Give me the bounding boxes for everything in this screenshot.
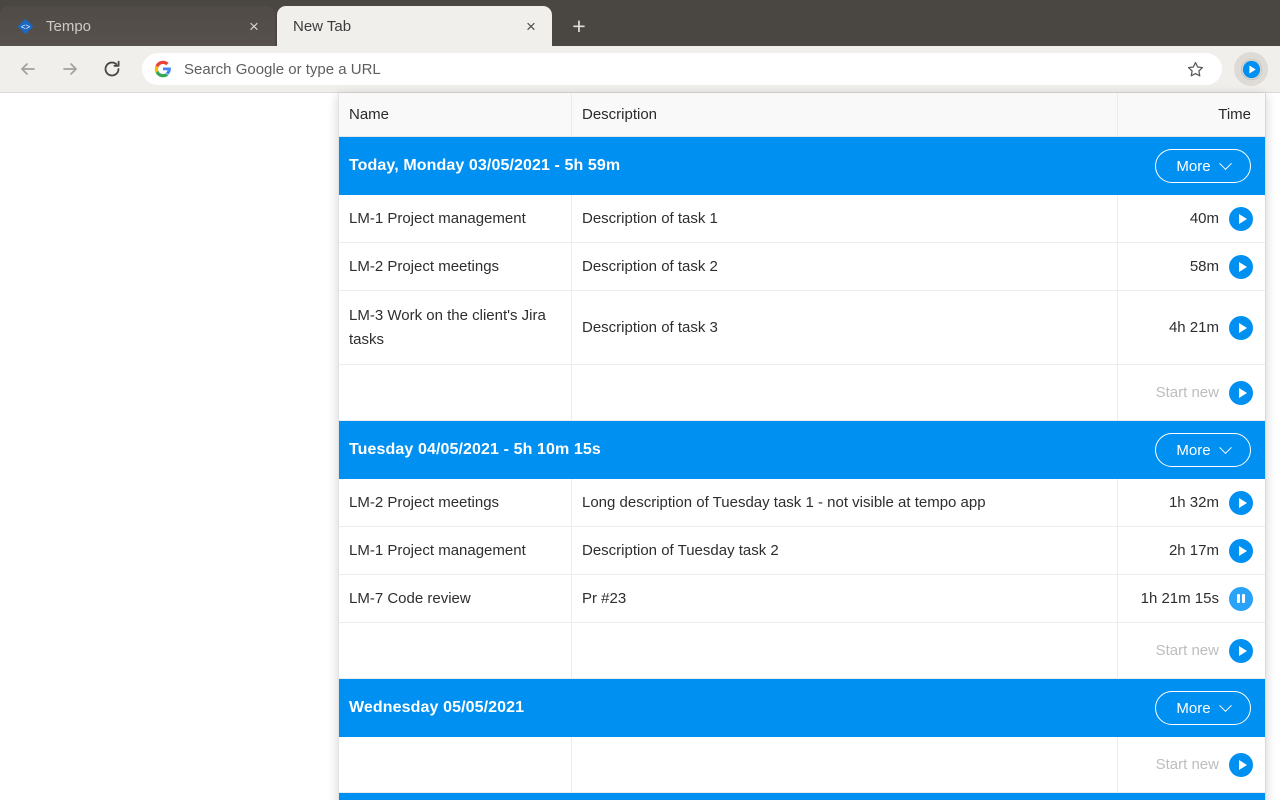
task-time-cell: 1h 32m (1118, 479, 1265, 526)
page-content: Name Description Time Today, Monday 03/0… (0, 93, 1280, 800)
svg-text:<>: <> (20, 22, 30, 31)
back-arrow-icon[interactable] (12, 53, 44, 85)
star-icon[interactable] (1182, 56, 1208, 82)
tab-tempo[interactable]: <> Tempo × (0, 6, 275, 46)
tab-title: Tempo (46, 17, 92, 35)
more-button[interactable]: More (1155, 691, 1251, 725)
start-new-row[interactable]: Start new (339, 365, 1265, 421)
empty-name-cell (339, 365, 572, 420)
task-name: LM-1 Project management (339, 527, 572, 574)
chevron-down-icon (1218, 440, 1232, 454)
task-time-cell: 1h 21m 15s (1118, 575, 1265, 622)
task-time-cell: 4h 21m (1118, 291, 1265, 364)
task-time: 58m (1189, 258, 1219, 275)
table-row[interactable]: LM-2 Project meetings Long description o… (339, 479, 1265, 527)
day-header: More (339, 793, 1265, 800)
start-new-row[interactable]: Start new (339, 623, 1265, 679)
start-new-cell: Start new (1118, 737, 1265, 792)
start-new-cell: Start new (1118, 623, 1265, 678)
more-button-label: More (1176, 441, 1211, 459)
chevron-down-icon (1218, 156, 1232, 170)
more-button[interactable]: More (1155, 433, 1251, 467)
table-row[interactable]: LM-2 Project meetings Description of tas… (339, 243, 1265, 291)
day-title: Wednesday 05/05/2021 (349, 699, 525, 716)
task-time: 1h 21m 15s (1140, 590, 1219, 607)
task-description: Pr #23 (572, 575, 1118, 622)
task-time-cell: 58m (1118, 243, 1265, 290)
task-description: Description of Tuesday task 2 (572, 527, 1118, 574)
start-new-label: Start new (1155, 384, 1219, 401)
table-row[interactable]: LM-1 Project management Description of T… (339, 527, 1265, 575)
pause-icon[interactable] (1229, 586, 1253, 611)
browser-toolbar: Search Google or type a URL (0, 46, 1280, 93)
tempo-diamond-icon: <> (16, 17, 34, 35)
task-time: 4h 21m (1168, 319, 1219, 336)
task-name: LM-1 Project management (339, 195, 572, 242)
reload-icon[interactable] (96, 53, 128, 85)
column-header-name: Name (349, 106, 390, 123)
tempo-popup-panel: Name Description Time Today, Monday 03/0… (338, 93, 1266, 800)
new-tab-button[interactable]: + (562, 9, 596, 43)
table-row[interactable]: LM-3 Work on the client's Jira tasks Des… (339, 291, 1265, 365)
play-icon[interactable] (1229, 254, 1253, 279)
empty-name-cell (339, 623, 572, 678)
task-name: LM-3 Work on the client's Jira tasks (339, 291, 572, 364)
task-time: 40m (1189, 210, 1219, 227)
forward-arrow-icon[interactable] (54, 53, 86, 85)
task-description: Description of task 1 (572, 195, 1118, 242)
play-icon[interactable] (1229, 538, 1253, 563)
task-name: LM-2 Project meetings (339, 479, 572, 526)
tab-strip: <> Tempo × New Tab × + (0, 0, 1280, 46)
browser-window: <> Tempo × New Tab × + Search Google or … (0, 0, 1280, 800)
address-bar[interactable]: Search Google or type a URL (142, 53, 1222, 85)
table-row[interactable]: LM-1 Project management Description of t… (339, 195, 1265, 243)
tab-close-button[interactable]: × (520, 15, 542, 37)
more-button-label: More (1176, 699, 1211, 717)
tab-title: New Tab (293, 17, 352, 35)
column-header-description-cell: Description (572, 93, 1118, 137)
play-icon[interactable] (1229, 206, 1253, 231)
day-title: Tuesday 04/05/2021 - 5h 10m 15s (349, 441, 601, 458)
task-time: 1h 32m (1168, 494, 1219, 511)
task-description: Description of task 3 (572, 291, 1118, 364)
google-g-icon (154, 60, 172, 78)
column-header-description: Description (582, 106, 658, 123)
play-icon[interactable] (1229, 315, 1253, 340)
table-row[interactable]: LM-7 Code review Pr #23 1h 21m 15s (339, 575, 1265, 623)
play-icon[interactable] (1229, 490, 1253, 515)
more-button-label: More (1176, 157, 1211, 175)
tempo-play-extension-icon[interactable] (1234, 52, 1268, 86)
play-icon[interactable] (1229, 638, 1253, 663)
day-header: Today, Monday 03/05/2021 - 5h 59m More (339, 137, 1265, 195)
day-header: Wednesday 05/05/2021 More (339, 679, 1265, 737)
tab-close-button[interactable]: × (243, 15, 265, 37)
start-new-label: Start new (1155, 642, 1219, 659)
empty-description-cell (572, 737, 1118, 792)
task-time: 2h 17m (1168, 542, 1219, 559)
tab-new-tab[interactable]: New Tab × (277, 6, 552, 46)
column-header-time-cell: Time (1118, 93, 1265, 137)
day-title: Today, Monday 03/05/2021 - 5h 59m (349, 157, 621, 174)
task-name: LM-2 Project meetings (339, 243, 572, 290)
play-icon[interactable] (1229, 380, 1253, 405)
empty-name-cell (339, 737, 572, 792)
start-new-row[interactable]: Start new (339, 737, 1265, 793)
table-header-row: Name Description Time (339, 93, 1265, 137)
start-new-cell: Start new (1118, 365, 1265, 420)
empty-description-cell (572, 623, 1118, 678)
search-input[interactable]: Search Google or type a URL (184, 61, 1182, 78)
more-button[interactable]: More (1155, 149, 1251, 183)
task-time-cell: 2h 17m (1118, 527, 1265, 574)
empty-description-cell (572, 365, 1118, 420)
column-header-time: Time (1218, 106, 1251, 123)
chevron-down-icon (1218, 698, 1232, 712)
column-header-name-cell: Name (339, 93, 572, 137)
task-name: LM-7 Code review (339, 575, 572, 622)
start-new-label: Start new (1155, 756, 1219, 773)
task-time-cell: 40m (1118, 195, 1265, 242)
play-icon[interactable] (1229, 752, 1253, 777)
task-description: Long description of Tuesday task 1 - not… (572, 479, 1118, 526)
day-header: Tuesday 04/05/2021 - 5h 10m 15s More (339, 421, 1265, 479)
task-description: Description of task 2 (572, 243, 1118, 290)
